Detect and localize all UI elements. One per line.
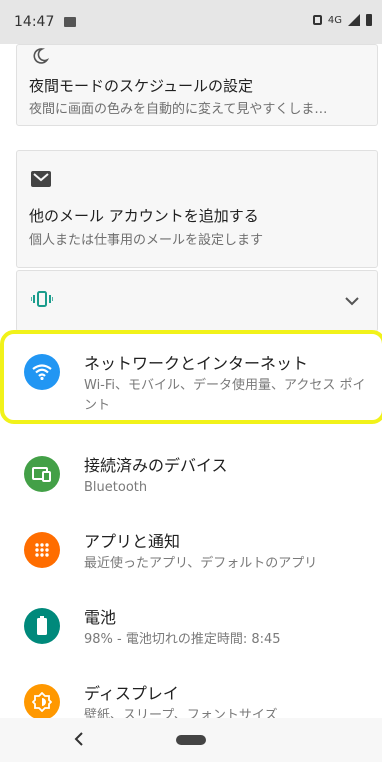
apps-title: アプリと通知 bbox=[84, 532, 181, 551]
settings-item-apps[interactable]: アプリと通知 最近使ったアプリ、デフォルトのアプリ bbox=[0, 518, 382, 594]
settings-item-battery[interactable]: 電池 98% - 電池切れの推定時間: 8:45 bbox=[0, 594, 382, 670]
image-notification-icon bbox=[64, 17, 77, 27]
display-title: ディスプレイ bbox=[84, 684, 179, 703]
apps-icon bbox=[24, 532, 60, 568]
back-icon[interactable] bbox=[74, 732, 84, 746]
add-email-title: 他のメール アカウントを追加する bbox=[29, 207, 259, 225]
network-type: 4G bbox=[327, 14, 342, 26]
navigation-bar bbox=[0, 718, 382, 762]
settings-item-connected-devices[interactable]: 接続済みのデバイス Bluetooth bbox=[0, 442, 382, 518]
night-mode-subtitle: 夜間に画面の色みを自動的に変えて見やすくしま… bbox=[29, 102, 328, 117]
connected-devices-subtitle: Bluetooth bbox=[84, 480, 148, 495]
display-icon bbox=[24, 684, 60, 720]
night-mode-suggestion-card[interactable]: 夜間モードのスケジュールの設定 夜間に画面の色みを自動的に変えて見やすくしま… bbox=[16, 44, 378, 126]
mail-icon bbox=[31, 171, 51, 187]
vibrate-icon bbox=[312, 15, 322, 25]
night-mode-title: 夜間モードのスケジュールの設定 bbox=[29, 77, 253, 95]
network-title: ネットワークとインターネット bbox=[84, 354, 309, 373]
add-email-suggestion-card[interactable]: 他のメール アカウントを追加する 個人または仕事用のメールを設定します bbox=[16, 150, 378, 268]
battery-title: 電池 bbox=[84, 608, 117, 627]
status-time: 14:47 bbox=[14, 14, 55, 30]
home-button[interactable] bbox=[176, 735, 206, 745]
wifi-icon bbox=[24, 354, 60, 390]
battery-icon bbox=[24, 608, 60, 644]
moon-icon bbox=[33, 48, 49, 64]
vibrate-suggestion-card[interactable] bbox=[16, 270, 378, 332]
status-indicators: 4G bbox=[312, 14, 372, 26]
chevron-down-icon[interactable] bbox=[345, 297, 359, 306]
battery-status-icon bbox=[366, 14, 372, 26]
connected-devices-title: 接続済みのデバイス bbox=[84, 456, 228, 475]
network-subtitle: Wi-Fi、モバイル、データ使用量、アクセス ポイント bbox=[84, 378, 366, 413]
vibrate-icon bbox=[31, 291, 53, 307]
settings-item-network[interactable]: ネットワークとインターネット Wi-Fi、モバイル、データ使用量、アクセス ポイ… bbox=[0, 340, 382, 416]
devices-icon bbox=[24, 456, 60, 492]
battery-subtitle: 98% - 電池切れの推定時間: 8:45 bbox=[84, 632, 281, 647]
signal-icon bbox=[348, 14, 360, 26]
add-email-subtitle: 個人または仕事用のメールを設定します bbox=[29, 233, 264, 248]
settings-content: 夜間モードのスケジュールの設定 夜間に画面の色みを自動的に変えて見やすくしま… … bbox=[0, 44, 382, 723]
apps-subtitle: 最近使ったアプリ、デフォルトのアプリ bbox=[84, 556, 318, 571]
status-bar: 14:47 4G bbox=[0, 0, 382, 44]
